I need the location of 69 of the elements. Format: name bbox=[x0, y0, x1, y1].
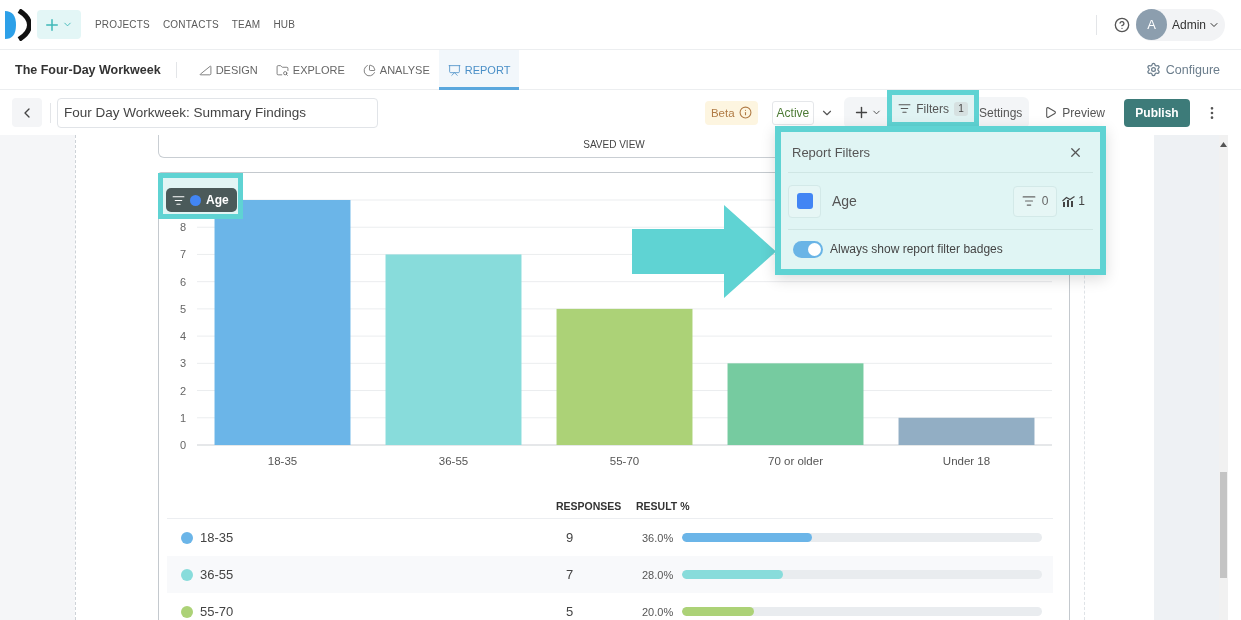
nav-link[interactable]: PROJECTS bbox=[95, 19, 150, 30]
y-axis-label: 4 bbox=[179, 330, 187, 343]
response-count: 5 bbox=[565, 604, 575, 619]
row-label: 55-70 bbox=[200, 604, 234, 619]
scroll-up-icon[interactable] bbox=[1220, 142, 1227, 147]
y-axis-label: 6 bbox=[179, 275, 187, 288]
y-axis-label: 3 bbox=[179, 357, 187, 370]
nav-link[interactable]: HUB bbox=[273, 19, 296, 30]
presentation-icon bbox=[447, 63, 461, 77]
column-header: RESULT % bbox=[636, 499, 691, 512]
toggle-switch[interactable] bbox=[793, 240, 823, 258]
info-icon bbox=[738, 106, 752, 119]
filter-icon bbox=[1021, 194, 1036, 208]
bar-chart-icon bbox=[1062, 195, 1076, 207]
x-axis-label: 55-70 bbox=[609, 455, 640, 467]
y-axis-label: 8 bbox=[179, 221, 187, 234]
color-swatch-button[interactable] bbox=[788, 184, 821, 218]
user-avatar: A bbox=[1136, 9, 1167, 40]
x-axis-label: 18-35 bbox=[267, 455, 298, 467]
result-percent: 20.0% bbox=[641, 605, 675, 618]
y-axis-label: 5 bbox=[179, 302, 187, 315]
settings-icon bbox=[1145, 62, 1161, 77]
x-axis-label: 70 or older bbox=[768, 455, 823, 467]
play-icon bbox=[1044, 106, 1058, 119]
filter-badge[interactable]: Age bbox=[166, 188, 237, 212]
nav-tab[interactable]: ANALYSE bbox=[353, 50, 439, 90]
filter-count-badge: 1 bbox=[953, 101, 968, 116]
y-axis-label: 0 bbox=[179, 439, 187, 451]
folder-search-icon bbox=[275, 63, 289, 77]
status-select[interactable]: Active bbox=[771, 100, 815, 125]
filter-count-button[interactable]: 0 bbox=[1012, 185, 1058, 217]
x-axis-label: Under 18 bbox=[942, 455, 991, 467]
column-header: RESPONSES bbox=[556, 499, 623, 512]
pie-chart-icon bbox=[362, 63, 376, 77]
nav-link[interactable]: TEAM bbox=[231, 19, 261, 30]
result-percent: 28.0% bbox=[641, 568, 675, 581]
filter-icon bbox=[898, 102, 912, 115]
help-icon bbox=[1114, 16, 1130, 33]
publish-button[interactable]: Publish bbox=[1124, 98, 1190, 127]
nav-tab[interactable]: EXPLORE bbox=[266, 50, 354, 90]
row-label: 18-35 bbox=[200, 530, 234, 545]
y-axis-label: 1 bbox=[179, 411, 187, 424]
preview-button[interactable]: Preview bbox=[1044, 98, 1111, 127]
configure-button[interactable]: Configure bbox=[1145, 62, 1220, 77]
popup-title: Report Filters bbox=[792, 144, 871, 160]
help-button[interactable] bbox=[1114, 16, 1130, 33]
x-axis-label: 36-55 bbox=[438, 455, 469, 467]
beta-label: Beta bbox=[710, 106, 735, 119]
user-menu-button[interactable]: A Admin bbox=[1136, 8, 1225, 41]
project-title: The Four-Day Workweek bbox=[15, 62, 161, 77]
response-count: 9 bbox=[565, 530, 575, 545]
response-count: 7 bbox=[565, 567, 575, 582]
result-percent: 36.0% bbox=[641, 531, 675, 544]
y-axis-label: 2 bbox=[179, 384, 187, 397]
app-logo bbox=[5, 8, 31, 41]
y-axis-label: 7 bbox=[179, 248, 187, 261]
scrollbar-thumb[interactable] bbox=[1220, 472, 1227, 578]
settings-button[interactable]: Settings bbox=[978, 98, 1030, 127]
nav-tab[interactable]: DESIGN bbox=[189, 50, 267, 90]
chart-count: 1 bbox=[1078, 194, 1085, 208]
saved-view-label: SAVED VIEW bbox=[583, 139, 645, 152]
filters-button[interactable]: Filters 1 bbox=[894, 95, 972, 122]
nav-link[interactable]: CONTACTS bbox=[162, 19, 219, 30]
filter-name: Age bbox=[832, 193, 857, 209]
report-title-field[interactable]: Four Day Workweek: Summary Findings bbox=[57, 97, 378, 128]
triangle-icon bbox=[198, 63, 212, 77]
row-label: 36-55 bbox=[200, 567, 234, 582]
filter-icon bbox=[172, 193, 185, 207]
toggle-label: Always show report filter badges bbox=[830, 242, 1003, 256]
